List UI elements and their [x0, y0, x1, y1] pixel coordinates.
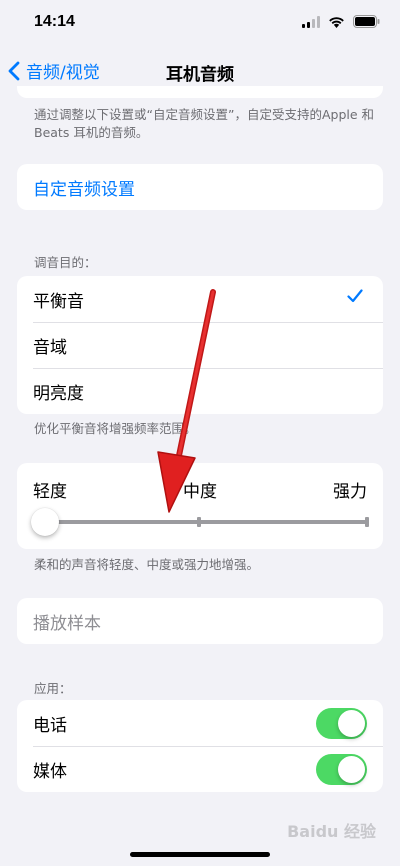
- apply-card: 电话 媒体: [17, 700, 383, 792]
- checkmark-icon: [347, 289, 363, 303]
- page-title: 耳机音频: [166, 65, 234, 85]
- intro-note: 通过调整以下设置或“自定音频设置”，自定受支持的Apple 和 Beats 耳机…: [34, 107, 375, 140]
- strength-label-medium: 中度: [183, 482, 217, 502]
- apply-row-label: 电话: [33, 715, 67, 736]
- apply-row-label: 媒体: [33, 761, 67, 782]
- strength-label-light: 轻度: [33, 482, 67, 502]
- custom-setup-card: 自定音频设置: [17, 164, 383, 210]
- phone-toggle[interactable]: [316, 708, 367, 739]
- previous-card-edge: [17, 86, 383, 98]
- wifi-icon: [329, 16, 344, 28]
- play-sample-label: 播放样本: [33, 613, 101, 634]
- status-time: 14:14: [34, 13, 75, 30]
- strength-label-strong: 强力: [333, 482, 367, 502]
- tuning-option-brightness[interactable]: 明亮度: [17, 368, 383, 414]
- battery-icon: [353, 15, 380, 28]
- tuning-header: 调音目的：: [34, 255, 97, 270]
- slider-thumb[interactable]: [31, 508, 59, 536]
- tuning-option-label: 平衡音: [33, 291, 84, 312]
- slider-tick-strong: [365, 517, 369, 527]
- tuning-option-label: 音域: [33, 337, 67, 358]
- slider-tick-medium: [197, 517, 201, 527]
- tuning-footnote: 优化平衡音将增强频率范围。: [34, 421, 197, 436]
- apply-row-phone: 电话: [17, 700, 383, 746]
- status-bar: 14:14: [0, 0, 400, 48]
- status-icons: [302, 15, 380, 28]
- tuning-option-vocal-range[interactable]: 音域: [17, 322, 383, 368]
- tuning-card: 平衡音 音域 明亮度: [17, 276, 383, 414]
- play-sample-card: 播放样本: [17, 598, 383, 644]
- play-sample-button[interactable]: 播放样本: [17, 598, 383, 644]
- tuning-option-balanced[interactable]: 平衡音: [17, 276, 383, 322]
- custom-audio-setup-link[interactable]: 自定音频设置: [17, 164, 383, 210]
- tuning-option-label: 明亮度: [33, 383, 84, 404]
- slider-track: [43, 520, 369, 524]
- custom-audio-setup-label: 自定音频设置: [33, 179, 135, 200]
- apply-header: 应用：: [34, 681, 72, 696]
- cellular-signal-icon: [302, 15, 320, 28]
- strength-slider[interactable]: [31, 508, 369, 536]
- watermark: Baidu 经验: [287, 822, 376, 841]
- media-toggle[interactable]: [316, 754, 367, 785]
- apply-row-media: 媒体: [17, 746, 383, 792]
- strength-footnote: 柔和的声音将轻度、中度或强力地增强。: [34, 557, 260, 572]
- home-indicator[interactable]: [130, 852, 270, 857]
- toggle-knob: [338, 756, 365, 783]
- toggle-knob: [338, 710, 365, 737]
- strength-card: 轻度 中度 强力: [17, 463, 383, 549]
